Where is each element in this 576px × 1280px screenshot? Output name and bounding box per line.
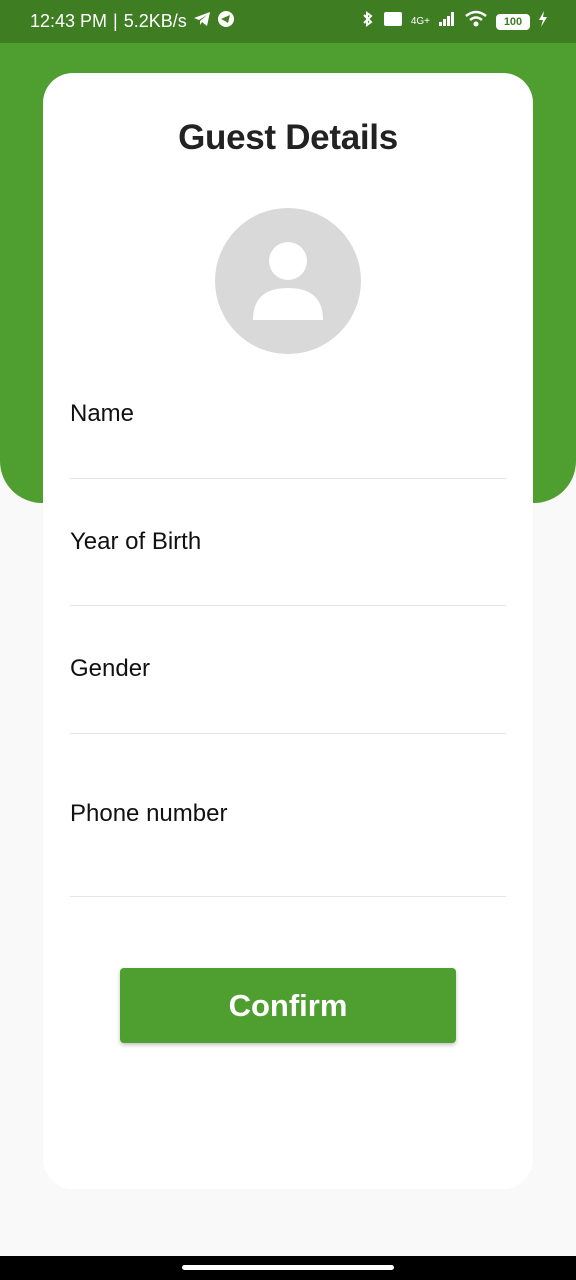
wifi-icon bbox=[464, 10, 488, 33]
telegram-icon bbox=[217, 10, 235, 33]
name-label: Name bbox=[70, 400, 135, 427]
navigation-bar bbox=[0, 1256, 576, 1280]
name-input[interactable] bbox=[70, 438, 506, 472]
gender-label: Gender bbox=[70, 655, 151, 682]
status-separator: | bbox=[113, 11, 118, 31]
confirm-button[interactable]: Confirm bbox=[120, 968, 456, 1043]
volte-icon bbox=[383, 11, 403, 32]
year-of-birth-underline bbox=[70, 605, 506, 606]
gender-input[interactable] bbox=[70, 694, 506, 728]
status-time: 12:43 PM bbox=[30, 11, 108, 31]
status-bar: 12:43 PM | 5.2KB/s 4G+ 100 bbox=[0, 0, 576, 43]
status-left: 12:43 PM | 5.2KB/s bbox=[30, 10, 235, 33]
network-label: 4G+ bbox=[410, 16, 430, 27]
phone-number-underline bbox=[70, 896, 506, 897]
avatar[interactable] bbox=[215, 208, 361, 354]
battery-icon: 100 bbox=[496, 13, 530, 30]
status-right: 4G+ 100 bbox=[361, 10, 548, 33]
bluetooth-icon bbox=[361, 10, 375, 33]
phone-number-input[interactable] bbox=[70, 852, 506, 886]
gender-underline bbox=[70, 733, 506, 734]
phone-number-label: Phone number bbox=[70, 800, 228, 827]
person-icon bbox=[253, 242, 323, 320]
telegram-icon bbox=[193, 11, 211, 32]
year-of-birth-input[interactable] bbox=[70, 566, 506, 600]
year-of-birth-label: Year of Birth bbox=[70, 528, 202, 555]
charging-icon bbox=[538, 11, 548, 32]
status-speed: 5.2KB/s bbox=[123, 11, 187, 31]
page-title: Guest Details bbox=[178, 118, 398, 157]
home-indicator[interactable] bbox=[182, 1265, 394, 1270]
signal-icon bbox=[438, 11, 456, 32]
name-underline bbox=[70, 478, 506, 479]
